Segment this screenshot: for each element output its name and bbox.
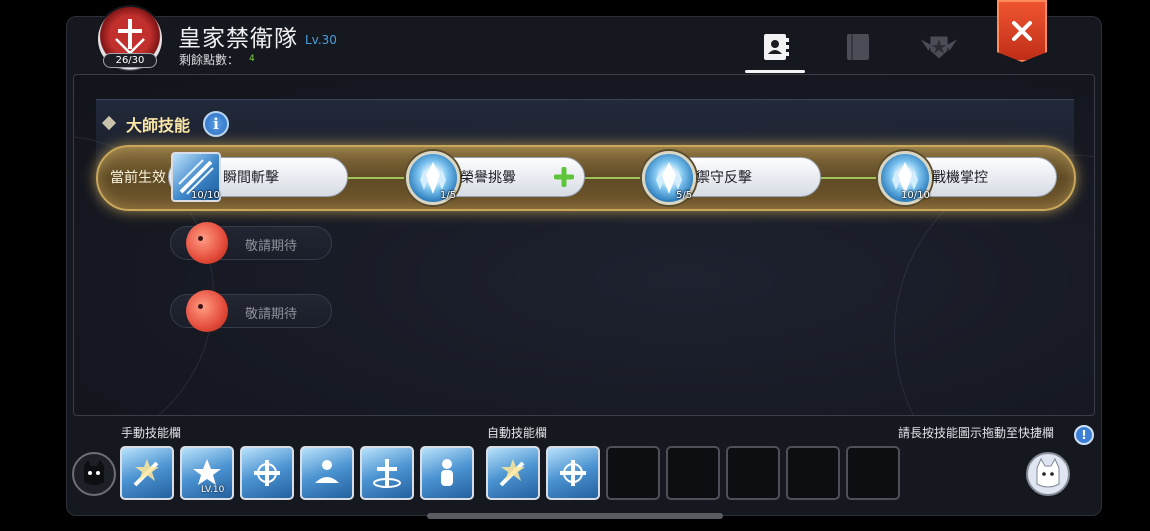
auto-slot-6[interactable]	[786, 446, 840, 500]
skill-name: 瞬間斬擊	[223, 170, 279, 186]
manual-slot-3[interactable]	[240, 446, 294, 500]
sword-burst-icon	[133, 459, 159, 487]
knight-figure-icon	[441, 459, 453, 486]
section-title: 大師技能	[126, 116, 191, 135]
cross-arrows-icon	[254, 460, 280, 486]
info-icon[interactable]: i	[203, 111, 229, 137]
skill-count: 5/5	[676, 190, 693, 201]
skill-name: 榮譽挑釁	[460, 170, 516, 186]
avatar-right[interactable]	[1026, 452, 1070, 496]
skill-count: 1/5	[440, 190, 457, 201]
skill-count: 10/10	[191, 190, 220, 201]
auto-slot-4[interactable]	[666, 446, 720, 500]
skill-name: 戰機掌控	[932, 170, 988, 186]
slot-level: LV.10	[201, 485, 225, 495]
pig-mascot-icon	[186, 222, 228, 264]
healing-figure-icon	[315, 460, 339, 483]
auto-bar-label: 自動技能欄	[487, 426, 548, 440]
close-icon	[1012, 21, 1032, 41]
points-value: 4	[249, 54, 255, 64]
tab-contacts[interactable]	[755, 27, 795, 67]
auto-slot-7[interactable]	[846, 446, 900, 500]
skill-name: 禦守反擊	[696, 170, 752, 186]
manual-slot-6[interactable]	[420, 446, 474, 500]
sword-burst-icon	[499, 459, 525, 487]
plus-icon[interactable]	[554, 167, 574, 187]
winged-star-badge-icon	[920, 36, 958, 59]
level-badge: Lv.30	[305, 33, 337, 47]
auto-slot-5[interactable]	[726, 446, 780, 500]
coming-soon-text: 敬請期待	[245, 307, 298, 322]
tab-book[interactable]	[838, 27, 878, 67]
manual-slot-5[interactable]	[360, 446, 414, 500]
holy-cross-icon	[373, 459, 401, 488]
help-icon[interactable]: !	[1074, 425, 1094, 445]
pig-mascot-icon	[186, 290, 228, 332]
auto-slot-2[interactable]	[546, 446, 600, 500]
skill-count: 10/10	[901, 190, 930, 201]
close-button[interactable]	[997, 0, 1047, 62]
tab-rank[interactable]	[919, 27, 959, 67]
home-indicator	[427, 513, 723, 519]
active-label: 當前生效	[110, 170, 166, 186]
drag-hint: 請長按技能圖示拖動至快捷欄	[898, 426, 1055, 440]
book-icon	[847, 34, 869, 60]
cat-face-icon	[84, 460, 104, 485]
page-title: 皇家禁衛隊	[178, 26, 298, 52]
tab-underline	[745, 70, 805, 73]
manual-slot-1[interactable]	[120, 446, 174, 500]
white-cat-icon	[1036, 457, 1060, 488]
auto-slot-3[interactable]	[606, 446, 660, 500]
manual-bar-label: 手動技能欄	[121, 426, 182, 440]
coming-soon-text: 敬請期待	[245, 239, 298, 254]
manual-slot-4[interactable]	[300, 446, 354, 500]
contact-book-icon	[764, 34, 789, 60]
cross-arrows-icon	[560, 460, 586, 486]
avatar-left[interactable]	[72, 452, 116, 496]
points-label: 剩餘點數：	[179, 53, 240, 67]
auto-slot-1[interactable]	[486, 446, 540, 500]
emblem-count: 26/30	[103, 53, 157, 68]
